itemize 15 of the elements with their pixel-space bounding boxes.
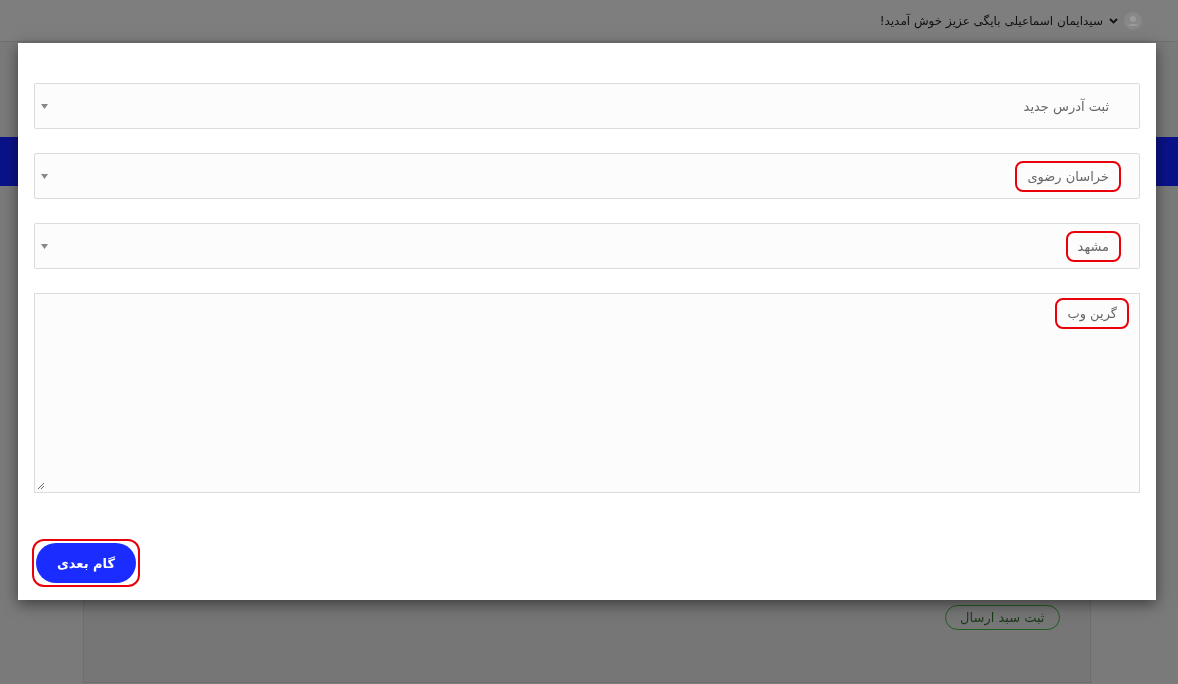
selected-value: ثبت آدرس جدید bbox=[1022, 97, 1110, 117]
greeting-text: سیدایمان اسماعیلی بایگی عزیز خوش آمدید! bbox=[879, 13, 1103, 28]
selected-value: خراسان رضوی bbox=[1015, 160, 1121, 192]
dropdown-field[interactable]: مشهد bbox=[34, 223, 1140, 269]
caret-icon[interactable] bbox=[1109, 17, 1118, 24]
dropdown-arrow-icon bbox=[41, 173, 48, 179]
dropdown-field[interactable]: خراسان رضوی bbox=[34, 153, 1140, 199]
dropdown-arrow-icon bbox=[41, 243, 48, 249]
field-value: گرین وب bbox=[1055, 298, 1129, 329]
textarea-field[interactable]: گرین وب bbox=[34, 293, 1140, 493]
dropdown-field[interactable]: ثبت آدرس جدید bbox=[34, 83, 1140, 129]
dropdown-arrow-icon bbox=[41, 103, 48, 109]
resize-handle-icon[interactable] bbox=[37, 482, 45, 490]
next-step-button[interactable]: گام بعدی bbox=[36, 543, 136, 583]
selected-value: مشهد bbox=[1065, 230, 1121, 262]
